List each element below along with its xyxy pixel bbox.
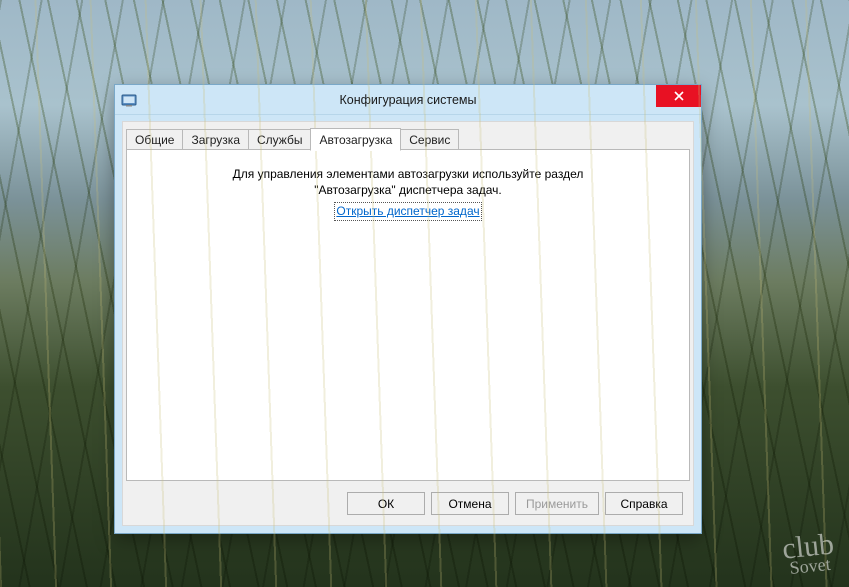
tab-boot[interactable]: Загрузка	[182, 129, 249, 150]
client-area: Общие Загрузка Службы Автозагрузка Серви…	[122, 121, 694, 526]
ok-button[interactable]: ОК	[347, 492, 425, 515]
startup-message-line1: Для управления элементами автозагрузки и…	[233, 167, 584, 181]
system-config-icon	[121, 92, 137, 108]
desktop-wallpaper: Конфигурация системы Общие Загрузка Служ…	[0, 0, 849, 587]
msconfig-window: Конфигурация системы Общие Загрузка Служ…	[114, 84, 702, 534]
cancel-button[interactable]: Отмена	[431, 492, 509, 515]
tab-services[interactable]: Службы	[248, 129, 311, 150]
watermark-bottom: Sovet	[784, 556, 837, 576]
watermark: club Sovet	[781, 532, 836, 576]
tab-strip: Общие Загрузка Службы Автозагрузка Серви…	[123, 126, 693, 150]
startup-tab-page: Для управления элементами автозагрузки и…	[126, 149, 690, 481]
startup-message: Для управления элементами автозагрузки и…	[127, 166, 689, 221]
close-button[interactable]	[656, 85, 701, 107]
tab-tools[interactable]: Сервис	[400, 129, 459, 150]
startup-message-line2: "Автозагрузка" диспетчера задач.	[314, 183, 501, 197]
dialog-buttons: ОК Отмена Применить Справка	[347, 492, 683, 515]
help-button[interactable]: Справка	[605, 492, 683, 515]
apply-button[interactable]: Применить	[515, 492, 599, 515]
titlebar[interactable]: Конфигурация системы	[115, 85, 701, 115]
tab-startup[interactable]: Автозагрузка	[310, 128, 401, 151]
open-task-manager-link[interactable]: Открыть диспетчер задач	[334, 202, 481, 220]
watermark-top: club	[781, 527, 836, 565]
window-title: Конфигурация системы	[115, 93, 701, 107]
tab-general[interactable]: Общие	[126, 129, 183, 150]
